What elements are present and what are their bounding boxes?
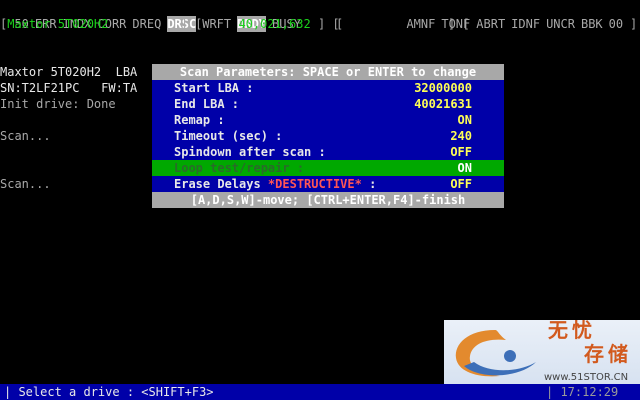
- watermark-logo: 无忧 存储 www.51STOR.CN: [444, 320, 640, 384]
- flag-00: 00: [608, 17, 624, 31]
- param-value: 240: [450, 129, 472, 143]
- bottom-status-bar: | Select a drive : <SHIFT+F3> | 17:12:29: [0, 384, 640, 400]
- drive-sep3: ] [: [448, 17, 470, 31]
- watermark-url: www.51STOR.CN: [544, 372, 629, 383]
- console-line-serial: SN:T2LF21PC FW:TA: [0, 81, 138, 95]
- destructive-warning: *DESTRUCTIVE*: [267, 177, 362, 191]
- dialog-title: Scan Parameters: SPACE or ENTER to chang…: [152, 64, 504, 80]
- flag-idnf: IDNF: [511, 17, 541, 31]
- drive-sep1: ] [: [180, 17, 203, 31]
- param-label: Remap :: [174, 113, 225, 127]
- drive-bracket-end: ]: [630, 17, 638, 31]
- dialog-key-hint: [A,D,S,W]-move; [CTRL+ENTER,F4]-finish: [152, 192, 504, 208]
- param-label: End LBA :: [174, 97, 240, 111]
- flag-abrt: ABRT: [476, 17, 506, 31]
- param-label: Start LBA :: [174, 81, 254, 95]
- param-value: 32000000: [414, 81, 472, 95]
- param-value: ON: [457, 113, 472, 127]
- drive-lba-count: 40,021,632: [238, 17, 311, 31]
- erase-delays-text: Erase Delays: [174, 177, 268, 191]
- erase-delays-colon: :: [361, 177, 377, 191]
- param-start-lba[interactable]: Start LBA : 32000000: [152, 80, 504, 96]
- console-line-scan1: Scan...: [0, 129, 51, 143]
- clock: | 17:12:29: [546, 385, 619, 399]
- param-value: OFF: [450, 145, 472, 159]
- flag-bbk: BBK: [580, 17, 603, 31]
- param-end-lba[interactable]: End LBA : 40021631: [152, 96, 504, 112]
- select-drive-prompt[interactable]: | Select a drive : <SHIFT+F3>: [4, 384, 214, 400]
- console-line-scan2: Scan...: [0, 177, 51, 191]
- param-value: OFF: [450, 177, 472, 191]
- param-loop-test-repair[interactable]: Loop test/repair : ON: [152, 160, 504, 176]
- flag-uncr: UNCR: [546, 17, 575, 31]
- param-erase-delays[interactable]: Erase Delays *DESTRUCTIVE* : OFF: [152, 176, 504, 192]
- param-label: Timeout (sec) :: [174, 129, 283, 143]
- watermark-text-bottom: 存储: [584, 342, 632, 366]
- scan-parameters-dialog: Scan Parameters: SPACE or ENTER to chang…: [152, 64, 504, 208]
- flag-amnf: AMNF: [406, 17, 436, 31]
- param-timeout[interactable]: Timeout (sec) : 240: [152, 128, 504, 144]
- watermark-text-top: 无忧: [548, 320, 596, 342]
- param-label: Erase Delays *DESTRUCTIVE* :: [174, 176, 376, 192]
- param-value: 40021631: [414, 97, 472, 111]
- param-remap[interactable]: Remap : ON: [152, 112, 504, 128]
- error-flags: AMNF TONF ABRT IDNF UNCR BBK 00: [392, 0, 629, 32]
- swoosh-logo-icon: [455, 330, 536, 377]
- drive-model: Maxtor 5T020H2: [7, 17, 109, 31]
- drive-bracket-mid: [: [336, 17, 344, 31]
- console-line-init: Init drive: Done: [0, 97, 116, 111]
- param-value: ON: [457, 161, 472, 175]
- param-label: Loop test/repair :: [174, 161, 305, 175]
- param-spindown[interactable]: Spindown after scan : OFF: [152, 144, 504, 160]
- param-label: Spindown after scan :: [174, 145, 326, 159]
- console-line-model: Maxtor 5T020H2 LBA: [0, 65, 138, 79]
- drive-bar: [Maxtor 5T020H2 ] [ 40,021,632 ] [: [0, 17, 340, 31]
